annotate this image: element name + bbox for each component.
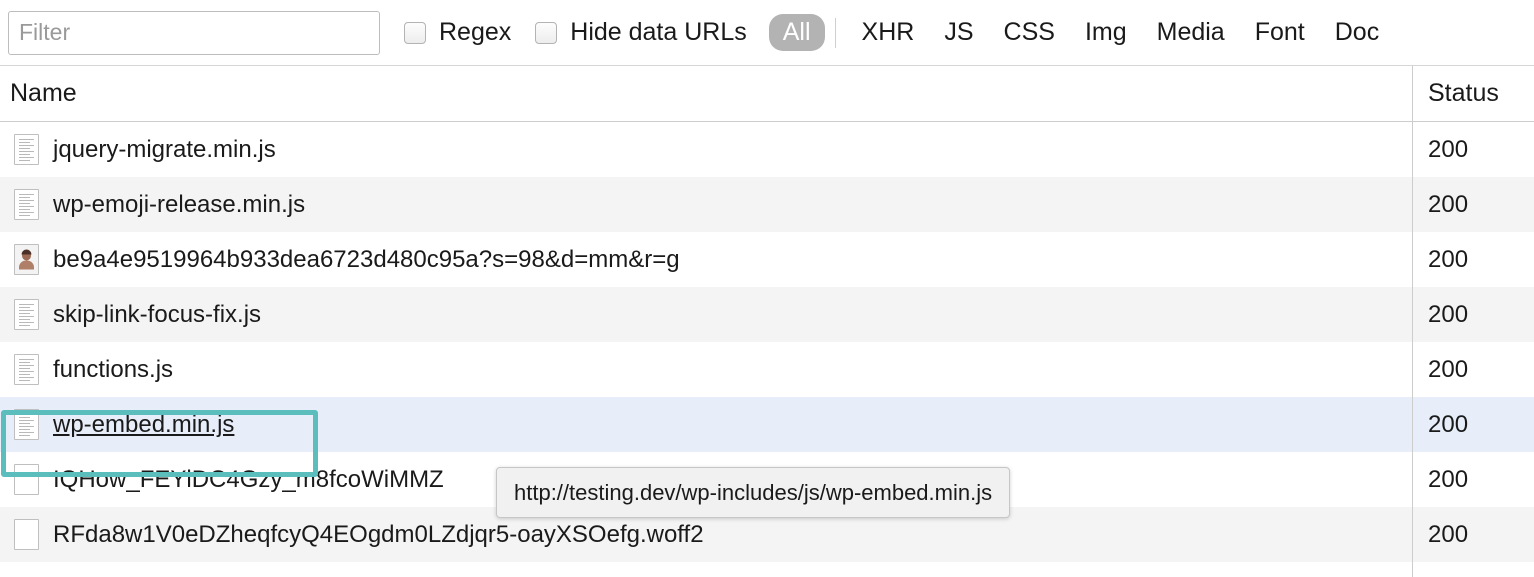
regex-checkbox-group[interactable]: Regex: [404, 20, 511, 45]
resource-type-filters: All XHR JS CSS Img Media Font Doc: [769, 14, 1395, 51]
table-row[interactable]: functions.js 200: [0, 342, 1534, 397]
request-name: IQHow_FEYlDC4Gzy_m8fcoWiMMZ: [53, 468, 444, 492]
column-header-status[interactable]: Status: [1412, 79, 1534, 108]
type-filter-doc[interactable]: Doc: [1321, 14, 1393, 51]
cell-status: 200: [1412, 411, 1534, 439]
table-row[interactable]: jquery-migrate.min.js 200: [0, 122, 1534, 177]
filter-separator: [835, 18, 836, 48]
cell-name: wp-embed.min.js: [0, 409, 1412, 440]
regex-label: Regex: [439, 20, 511, 45]
filter-toolbar: Regex Hide data URLs All XHR JS CSS Img …: [0, 0, 1534, 66]
type-filter-xhr[interactable]: XHR: [848, 14, 929, 51]
request-name: skip-link-focus-fix.js: [53, 303, 261, 327]
cell-name: RFda8w1V0eDZheqfcyQ4EOgdm0LZdjqr5-oayXSO…: [0, 519, 1412, 550]
cell-status: 200: [1412, 521, 1534, 549]
cell-status: 200: [1412, 246, 1534, 274]
type-filter-all[interactable]: All: [769, 14, 825, 51]
table-header-row: Name Status: [0, 66, 1534, 122]
type-filter-media[interactable]: Media: [1143, 14, 1239, 51]
request-name: be9a4e9519964b933dea6723d480c95a?s=98&d=…: [53, 248, 680, 272]
type-filter-img[interactable]: Img: [1071, 14, 1141, 51]
regex-checkbox[interactable]: [404, 22, 426, 44]
cell-name: wp-emoji-release.min.js: [0, 189, 1412, 220]
script-file-icon: [14, 354, 39, 385]
type-filter-css[interactable]: CSS: [990, 14, 1069, 51]
table-row[interactable]: wp-emoji-release.min.js 200: [0, 177, 1534, 232]
column-header-name[interactable]: Name: [0, 79, 1412, 108]
cell-name: be9a4e9519964b933dea6723d480c95a?s=98&d=…: [0, 244, 1412, 275]
script-file-icon: [14, 299, 39, 330]
url-tooltip: http://testing.dev/wp-includes/js/wp-emb…: [496, 467, 1010, 518]
hide-data-urls-checkbox-group[interactable]: Hide data URLs: [535, 20, 746, 45]
table-row[interactable]: be9a4e9519964b933dea6723d480c95a?s=98&d=…: [0, 232, 1534, 287]
font-file-icon: [14, 519, 39, 550]
cell-status: 200: [1412, 136, 1534, 164]
hide-data-urls-checkbox[interactable]: [535, 22, 557, 44]
request-name: functions.js: [53, 358, 173, 382]
table-row[interactable]: skip-link-focus-fix.js 200: [0, 287, 1534, 342]
font-file-icon: [14, 464, 39, 495]
filter-input[interactable]: [8, 11, 380, 55]
request-name-link[interactable]: wp-embed.min.js: [53, 413, 234, 437]
cell-name: functions.js: [0, 354, 1412, 385]
request-name: RFda8w1V0eDZheqfcyQ4EOgdm0LZdjqr5-oayXSO…: [53, 523, 704, 547]
cell-name: jquery-migrate.min.js: [0, 134, 1412, 165]
type-filter-js[interactable]: JS: [930, 14, 987, 51]
cell-status: 200: [1412, 191, 1534, 219]
network-panel: Regex Hide data URLs All XHR JS CSS Img …: [0, 0, 1534, 577]
request-name: jquery-migrate.min.js: [53, 138, 276, 162]
cell-name: skip-link-focus-fix.js: [0, 299, 1412, 330]
hide-data-urls-label: Hide data URLs: [570, 20, 746, 45]
table-row-selected[interactable]: wp-embed.min.js 200: [0, 397, 1534, 452]
cell-status: 200: [1412, 466, 1534, 494]
type-filter-font[interactable]: Font: [1241, 14, 1319, 51]
script-file-icon: [14, 189, 39, 220]
column-divider[interactable]: [1412, 66, 1413, 577]
script-file-icon: [14, 134, 39, 165]
cell-status: 200: [1412, 301, 1534, 329]
script-file-icon: [14, 409, 39, 440]
image-avatar-icon: [14, 244, 39, 275]
request-name: wp-emoji-release.min.js: [53, 193, 305, 217]
cell-status: 200: [1412, 356, 1534, 384]
